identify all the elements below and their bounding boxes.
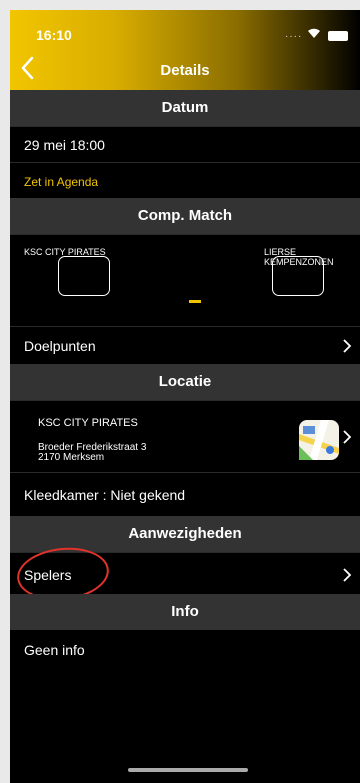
chevron-right-icon <box>343 568 352 582</box>
date-value: 29 mei 18:00 <box>24 137 105 153</box>
section-info: Info <box>10 594 360 630</box>
chevron-right-icon <box>343 430 352 444</box>
maps-icon[interactable] <box>299 420 339 460</box>
app-screen: 16:10 ···· Details Datum 29 mei 18:00 Ze… <box>10 10 360 783</box>
status-icons: ···· <box>285 28 348 42</box>
page-title: Details <box>160 62 210 79</box>
doelpunten-label: Doelpunten <box>24 338 96 354</box>
date-row: 29 mei 18:00 <box>10 126 360 162</box>
wifi-icon <box>307 28 325 42</box>
home-indicator[interactable] <box>128 768 248 772</box>
battery-icon <box>328 30 348 41</box>
section-locatie: Locatie <box>10 364 360 400</box>
location-city: 2170 Merksem <box>38 452 105 463</box>
nav-header: 16:10 ···· Details <box>10 10 360 90</box>
home-score-box <box>58 256 110 296</box>
signal-icon: ···· <box>284 31 303 42</box>
score-separator <box>189 300 201 303</box>
location-name: KSC CITY PIRATES <box>38 417 138 429</box>
chevron-right-icon <box>343 339 352 353</box>
kleedkamer-label: Kleedkamer : Niet gekend <box>24 487 186 503</box>
section-datum: Datum <box>10 90 360 126</box>
doelpunten-row[interactable]: Doelpunten <box>10 326 360 364</box>
info-row: Geen info <box>10 630 360 670</box>
section-aanwezigheden: Aanwezigheden <box>10 516 360 552</box>
info-text: Geen info <box>24 642 85 658</box>
add-to-agenda-link[interactable]: Zet in Agenda <box>10 162 360 198</box>
add-to-agenda-label: Zet in Agenda <box>24 175 99 189</box>
kleedkamer-row: Kleedkamer : Niet gekend <box>10 472 360 516</box>
status-time: 16:10 <box>36 27 72 43</box>
away-score-box <box>272 256 324 296</box>
section-match: Comp. Match <box>10 198 360 234</box>
location-address: Broeder Frederikstraat 3 2170 Merksem <box>38 443 146 463</box>
